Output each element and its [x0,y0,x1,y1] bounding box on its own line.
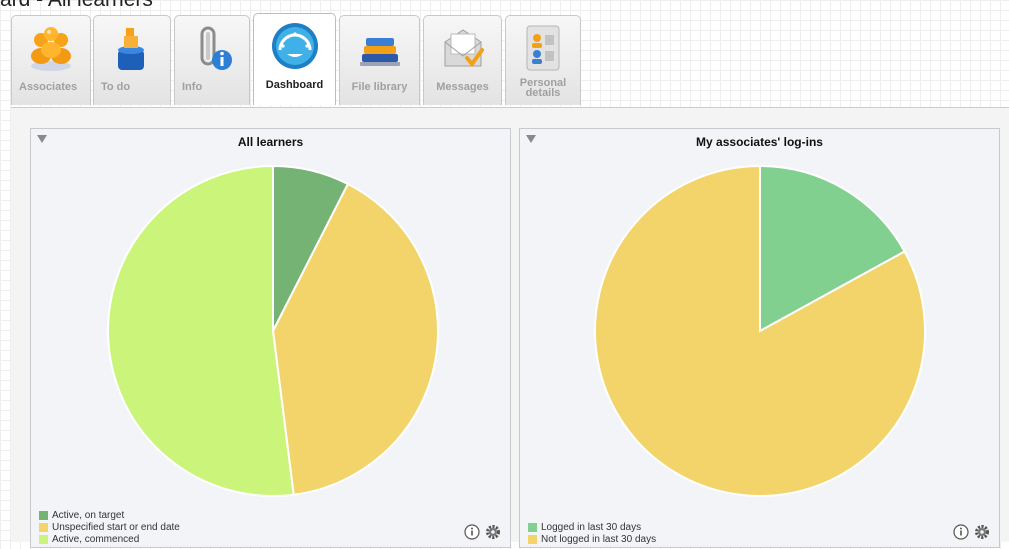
personal-details-icon [526,25,560,71]
legend-swatch [39,522,48,532]
tab-label: Dashboard [265,79,324,91]
tab-label: Associates [19,81,78,93]
page-title: ard - All learners [0,0,153,12]
legend-item: Unspecified start or end date [39,521,180,533]
tab-messages[interactable]: Messages [423,15,502,105]
tab-label: File library [351,81,408,93]
legend-item: Active, on target [39,509,180,521]
todo-icon [118,28,144,70]
tab-label: Info [182,81,203,93]
panel-associates-logins: My associates' log-ins Logged in last 30… [519,128,1000,548]
legend-label: Logged in last 30 days [541,521,642,533]
info-icon [200,26,232,70]
legend-swatch [39,510,48,520]
settings-gear-icon[interactable] [973,523,991,541]
pie-chart-all-learners [107,164,439,497]
info-circle-icon[interactable] [953,524,969,540]
tab-associates[interactable]: Associates [11,15,91,105]
associates-icon [31,27,71,71]
tab-file-library[interactable]: File library [339,15,420,105]
settings-gear-icon[interactable] [484,523,502,541]
tab-to-do[interactable]: To do [93,15,171,105]
panel-actions [953,523,991,541]
dashboard-content: All learners Active, on target Unspecifi… [11,107,1009,548]
dashboard-icon [271,23,318,69]
panel-all-learners: All learners Active, on target Unspecifi… [30,128,511,548]
pie-chart-associates-logins [594,164,926,497]
chart-legend: Logged in last 30 days Not logged in las… [528,521,656,545]
legend-label: Active, commenced [52,533,140,545]
tab-info[interactable]: Info [174,15,250,105]
tab-label: Personal details [519,77,567,99]
legend-label: Unspecified start or end date [52,521,180,533]
legend-item: Not logged in last 30 days [528,533,656,545]
tab-personal-details[interactable]: Personal details [505,15,581,105]
legend-label: Active, on target [52,509,125,521]
legend-item: Active, commenced [39,533,180,545]
panel-actions [464,523,502,541]
messages-icon [444,29,484,68]
chart-legend: Active, on target Unspecified start or e… [39,509,180,545]
legend-swatch [39,534,48,544]
legend-item: Logged in last 30 days [528,521,656,533]
pie-slice-active-commenced[interactable] [107,164,295,497]
tab-label: To do [101,81,131,93]
legend-swatch [528,522,537,532]
legend-label: Not logged in last 30 days [541,533,657,545]
file-library-icon [359,38,400,66]
tab-dashboard[interactable]: Dashboard [253,13,336,105]
legend-swatch [528,534,537,544]
tab-label: Messages [436,81,489,93]
info-circle-icon[interactable] [464,524,480,540]
